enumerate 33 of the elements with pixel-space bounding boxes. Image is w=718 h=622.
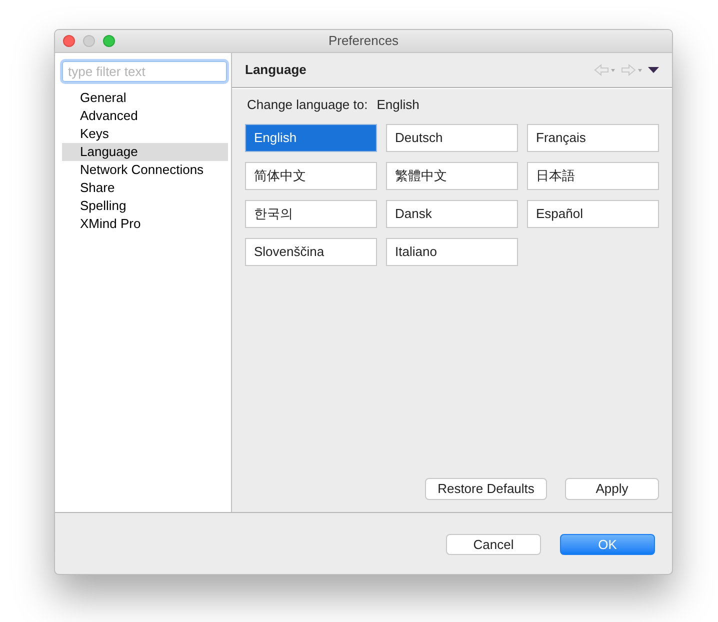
sidebar-item[interactable]: XMind Pro [62,215,228,233]
sidebar-item[interactable]: Language [62,143,228,161]
language-option[interactable]: 简体中文 [245,162,377,190]
language-option[interactable]: Slovenščina [245,238,377,266]
page-button[interactable]: Restore Defaults [425,478,547,500]
language-option[interactable]: Français [527,124,659,152]
zoom-icon[interactable] [103,35,115,47]
current-language-label: Change language to: [247,96,368,114]
minimize-icon[interactable] [83,35,95,47]
language-option[interactable]: 日本語 [527,162,659,190]
language-option[interactable]: 한국의 [245,200,377,228]
menu-caret-icon[interactable] [648,66,659,74]
sidebar-item[interactable]: Share [62,179,228,197]
language-option[interactable]: Dansk [386,200,518,228]
language-option[interactable]: 繁體中文 [386,162,518,190]
filter-field[interactable]: type filter text [62,61,227,82]
sidebar-item[interactable]: Network Connections [62,161,228,179]
sidebar-item[interactable]: General [62,89,228,107]
sidebar-item[interactable]: Spelling [62,197,228,215]
language-option[interactable]: English [245,124,377,152]
sidebar-item[interactable]: Keys [62,125,228,143]
current-language-value: English [376,96,420,114]
sidebar-item[interactable]: Advanced [62,107,228,125]
language-option[interactable]: Español [527,200,659,228]
page-title: Language [245,61,306,80]
language-option[interactable]: Deutsch [386,124,518,152]
dialog-button[interactable]: Cancel [446,534,541,555]
back-arrow-icon[interactable] [594,64,616,76]
page-button[interactable]: Apply [565,478,659,500]
language-option[interactable]: Italiano [386,238,518,266]
close-icon[interactable] [63,35,75,47]
window-title: Preferences [328,32,399,50]
forward-arrow-icon[interactable] [621,64,643,76]
